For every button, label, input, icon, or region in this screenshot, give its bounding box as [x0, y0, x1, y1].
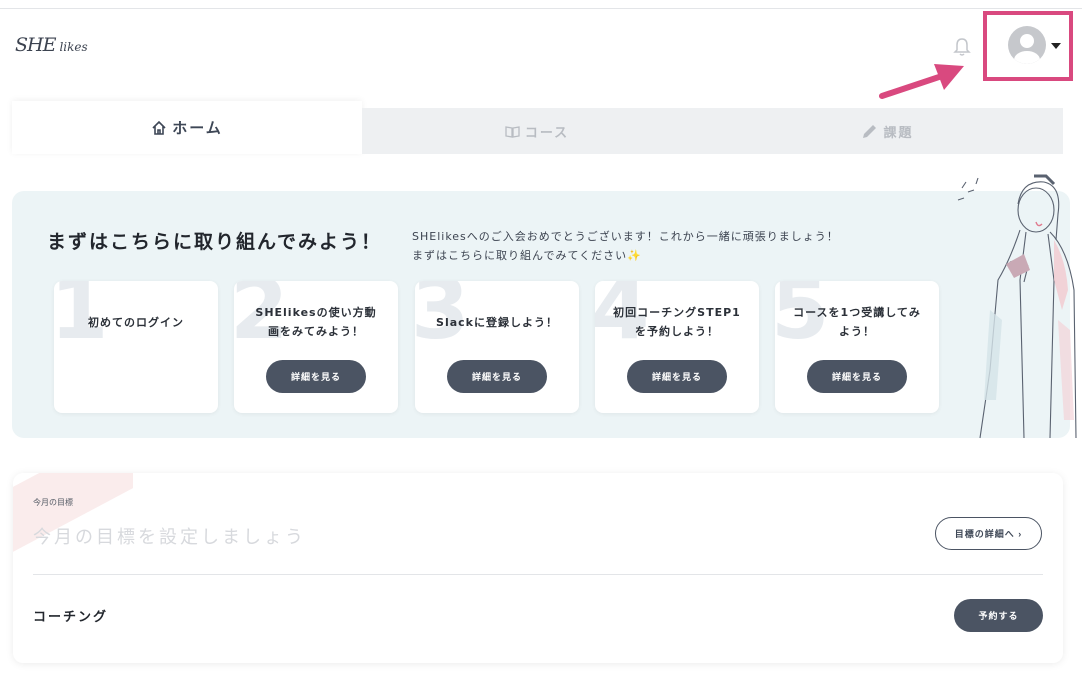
goal-details-button[interactable]: 目標の詳細へ ›	[935, 517, 1042, 550]
tab-home-label: ホーム	[172, 119, 223, 137]
coaching-reserve-button[interactable]: 予約する	[954, 599, 1043, 632]
decorative-ribbon	[13, 473, 133, 568]
goal-label: 今月の目標	[33, 498, 73, 507]
step-details-button[interactable]: 詳細を見る	[447, 360, 547, 393]
bell-icon[interactable]	[950, 36, 974, 58]
coaching-label: コーチング	[33, 610, 109, 625]
step-card-4: 4 初回コーチングSTEP1 を予約しよう！ 詳細を見る	[595, 281, 759, 413]
onboarding-message-line2: まずはこちらに取り組んでみてください✨	[412, 249, 642, 262]
tab-course-label: コース	[524, 125, 570, 141]
step-title: コースを1つ受講してみ よう！	[775, 303, 939, 341]
top-border	[0, 8, 1082, 9]
goal-placeholder[interactable]: 今月の目標を設定しましょう	[33, 523, 306, 549]
home-icon	[152, 120, 166, 135]
onboarding-message-line1: SHElikesへのご入会おめでとうございます！これから一緒に頑張りましょう！	[412, 230, 839, 243]
onboarding-panel: まずはこちらに取り組んでみよう！ SHElikesへのご入会おめでとうございます…	[12, 191, 1070, 438]
step-card-2: 2 SHElikesの使い方動 画をみてみよう！ 詳細を見る	[234, 281, 398, 413]
step-details-button[interactable]: 詳細を見る	[807, 360, 907, 393]
step-details-button[interactable]: 詳細を見る	[627, 360, 727, 393]
step-title-line1: SHElikesの使い方動	[255, 306, 377, 319]
pencil-icon	[863, 124, 877, 138]
logo-sub: likes	[59, 40, 88, 54]
tab-home[interactable]: ホーム	[12, 101, 362, 154]
step-title-line1: コースを1つ受講してみ	[793, 306, 921, 319]
step-title-line2: を予約しよう！	[635, 325, 719, 338]
step-title-line1: 初めてのログイン	[88, 316, 184, 329]
step-card-1[interactable]: 1 初めてのログイン	[54, 281, 218, 413]
avatar-icon[interactable]	[1008, 26, 1046, 64]
caret-down-icon[interactable]	[1051, 43, 1061, 49]
user-menu-highlight	[983, 11, 1073, 81]
monthly-card: 今月の目標 今月の目標を設定しましょう 目標の詳細へ › コーチング 予約する	[13, 473, 1063, 663]
step-card-3: 3 Slackに登録しよう！ 詳細を見る	[415, 281, 579, 413]
tab-course[interactable]: コース	[362, 108, 712, 154]
step-title: Slackに登録しよう！	[415, 313, 579, 332]
tab-task[interactable]: 課題	[712, 108, 1063, 154]
step-title: 初回コーチングSTEP1 を予約しよう！	[595, 303, 759, 341]
logo-main: SHE	[15, 34, 56, 56]
step-title-line1: Slackに登録しよう！	[436, 316, 558, 329]
woman-illustration	[957, 174, 1077, 439]
step-title-line2: 画をみてみよう！	[268, 325, 364, 338]
onboarding-title: まずはこちらに取り組んでみよう！	[47, 231, 383, 253]
step-title-line1: 初回コーチングSTEP1	[613, 306, 741, 319]
onboarding-message: SHElikesへのご入会おめでとうございます！これから一緒に頑張りましょう！ …	[412, 227, 882, 265]
main-tabs: ホーム コース 課題	[12, 101, 1063, 154]
step-title: SHElikesの使い方動 画をみてみよう！	[234, 303, 398, 341]
step-details-button[interactable]: 詳細を見る	[266, 360, 366, 393]
tab-task-label: 課題	[883, 125, 914, 141]
shelikes-logo[interactable]: SHE likes	[15, 34, 88, 56]
divider	[33, 574, 1043, 575]
step-title: 初めてのログイン	[54, 313, 218, 332]
book-icon	[505, 125, 520, 138]
step-title-line2: よう！	[839, 325, 875, 338]
pointer-arrow-annotation	[879, 64, 964, 99]
step-card-5: 5 コースを1つ受講してみ よう！ 詳細を見る	[775, 281, 939, 413]
